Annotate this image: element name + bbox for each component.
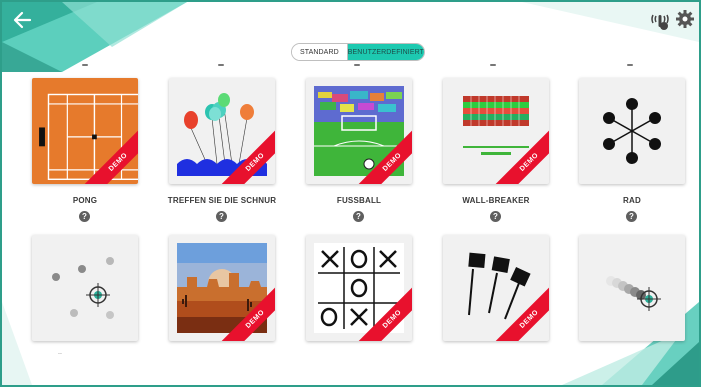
game-title: PONG [72,196,98,205]
mode-toggle: STANDARD BENUTZERDEFINIERT [291,43,425,61]
game-card-tic-tac-toe[interactable]: DEMO [306,235,412,341]
help-icon[interactable]: ? [490,211,501,222]
top-bar [2,2,699,38]
card-indicator [490,64,496,66]
game-card-treffen-sie-die-schnur[interactable]: DEMO [169,78,275,184]
game-card-desert[interactable]: DEMO [169,235,275,341]
help-icon[interactable]: ? [216,211,227,222]
touch-signal-button[interactable] [649,10,671,32]
game-card-rad[interactable] [579,78,685,184]
motion-trail-target-icon [606,276,661,311]
card-indicator [627,64,633,66]
card-indicator [354,64,360,66]
pagination-dots: .. [58,349,62,356]
touch-signal-icon [651,14,669,30]
help-icon[interactable]: ? [353,211,364,222]
dots-target-icon [52,257,114,319]
game-card-dots-target[interactable] [32,235,138,341]
game-title: RAD [623,196,641,205]
app-frame: STANDARD BENUTZERDEFINIERT DEMO DEMO DEM… [0,0,701,387]
gear-icon [676,10,694,28]
game-title: FUSSBALL [336,196,382,205]
game-title: WALL-BREAKER [462,196,530,205]
help-icon[interactable]: ? [79,211,90,222]
settings-button[interactable] [675,9,695,29]
back-button[interactable] [10,8,36,32]
game-title: TREFFEN SIE DIE SCHNUR [167,196,277,205]
wheel-icon [603,98,661,164]
card-indicator [218,64,224,66]
standard-mode-tab[interactable]: STANDARD [292,44,348,60]
game-card-motion-trail[interactable] [579,235,685,341]
game-card-pong[interactable]: DEMO [32,78,138,184]
card-indicator [82,64,88,66]
game-card-fussball[interactable]: DEMO [306,78,412,184]
custom-mode-tab[interactable]: BENUTZERDEFINIERT [347,44,424,60]
game-card-flags[interactable]: DEMO [443,235,549,341]
arrow-left-icon [13,11,32,29]
help-icon[interactable]: ? [626,211,637,222]
game-card-wall-breaker[interactable]: DEMO [443,78,549,184]
